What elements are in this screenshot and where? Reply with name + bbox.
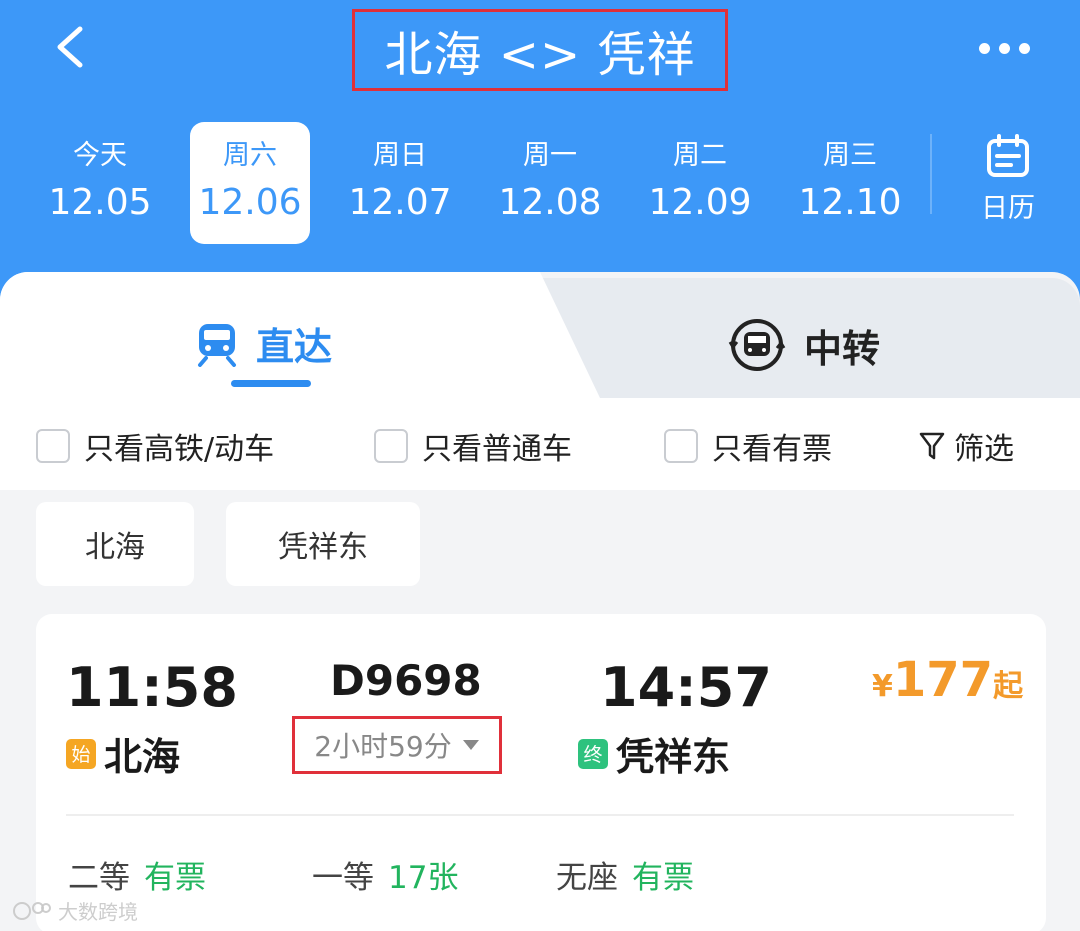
tab-direct-label: 直达 (256, 325, 333, 369)
price: ¥ 177 起 (872, 652, 1023, 708)
date-selector: 今天 12.05 周六 12.06 周日 12.07 周一 12.08 周二 1… (26, 122, 936, 244)
seat-status: 有票 (632, 860, 694, 896)
filter-button[interactable]: 筛选 (918, 424, 1014, 468)
chevron-left-icon (57, 26, 83, 68)
date-weekday: 周二 (673, 140, 727, 171)
duration-text: 2小时59分 (314, 730, 452, 763)
departure-time: 11:58 (66, 656, 238, 719)
regular-checkbox[interactable] (374, 429, 408, 463)
watermark-text: 大数跨境 (58, 900, 138, 924)
seat-status: 17张 (388, 860, 459, 896)
tab-transfer[interactable]: 中转 (728, 316, 880, 374)
seat-class: 无座 (556, 860, 618, 896)
calendar-icon (987, 134, 1029, 177)
back-button[interactable] (44, 22, 94, 72)
arrival-time: 14:57 (600, 656, 772, 719)
arrival-station: 终 凭祥东 (578, 726, 730, 781)
calendar-divider (930, 134, 932, 214)
date-weekday: 周三 (823, 140, 877, 171)
date-tab-today[interactable]: 今天 12.05 (40, 122, 160, 244)
date-weekday: 周六 (223, 140, 277, 171)
seat-status: 有票 (144, 860, 206, 896)
price-amount: 177 (892, 652, 994, 708)
price-suffix: 起 (993, 669, 1024, 704)
high-speed-checkbox[interactable] (36, 429, 70, 463)
seat-no-seat: 无座 有票 (556, 852, 694, 897)
more-dot-icon (978, 42, 990, 54)
date-value: 12.10 (798, 182, 902, 223)
card-divider (66, 814, 1014, 816)
filter-label: 只看普通车 (422, 432, 572, 467)
route-title[interactable]: 北海 <> 凭祥 (352, 9, 728, 91)
more-dot-icon (1018, 42, 1030, 54)
date-weekday: 周一 (523, 140, 577, 171)
watermark: 大数跨境 (12, 896, 138, 925)
calendar-button[interactable]: 日历 (960, 132, 1056, 232)
station-chip-origin[interactable]: 北海 (36, 502, 194, 586)
seat-first-class: 一等 17张 (312, 852, 458, 897)
seat-second-class: 二等 有票 (68, 852, 206, 897)
date-tab-sun[interactable]: 周日 12.07 (340, 122, 460, 244)
filter-high-speed[interactable]: 只看高铁/动车 (36, 424, 274, 468)
train-icon (198, 323, 236, 367)
filter-available[interactable]: 只看有票 (664, 424, 832, 468)
filter-regular[interactable]: 只看普通车 (374, 424, 572, 468)
filter-button-label: 筛选 (954, 432, 1014, 467)
date-tab-tue[interactable]: 周二 12.09 (640, 122, 760, 244)
arrival-station-name: 凭祥东 (616, 735, 731, 779)
date-tab-mon[interactable]: 周一 12.08 (490, 122, 610, 244)
tab-active-indicator (231, 380, 311, 387)
train-number: D9698 (330, 656, 482, 705)
tab-direct[interactable]: 直达 (196, 316, 332, 371)
date-tab-sat[interactable]: 周六 12.06 (190, 122, 310, 244)
more-dot-icon (998, 42, 1010, 54)
date-value: 12.07 (348, 182, 452, 223)
watermark-logo-icon (13, 901, 51, 920)
duration-toggle[interactable]: 2小时59分 (292, 716, 502, 774)
seat-class: 一等 (312, 860, 374, 896)
caret-down-icon (462, 740, 479, 750)
transfer-train-icon (728, 319, 786, 371)
calendar-label: 日历 (981, 193, 1035, 224)
date-value: 12.06 (198, 182, 302, 223)
departure-station: 始 北海 (66, 726, 180, 781)
departure-station-name: 北海 (104, 735, 181, 779)
more-options-button[interactable] (968, 30, 1040, 66)
price-currency: ¥ (872, 669, 893, 704)
filter-label: 只看高铁/动车 (84, 432, 275, 467)
date-weekday: 今天 (73, 140, 127, 171)
station-chip-destination[interactable]: 凭祥东 (226, 502, 420, 586)
seat-class: 二等 (68, 860, 130, 896)
end-badge: 终 (578, 738, 608, 769)
available-checkbox[interactable] (664, 429, 698, 463)
tab-transfer-label: 中转 (804, 326, 881, 371)
date-value: 12.09 (648, 182, 752, 223)
start-badge: 始 (66, 738, 96, 769)
funnel-icon (919, 432, 945, 460)
date-value: 12.05 (48, 182, 152, 223)
date-weekday: 周日 (373, 140, 427, 171)
date-value: 12.08 (498, 182, 602, 223)
date-tab-wed[interactable]: 周三 12.10 (790, 122, 910, 244)
filter-label: 只看有票 (712, 432, 832, 467)
